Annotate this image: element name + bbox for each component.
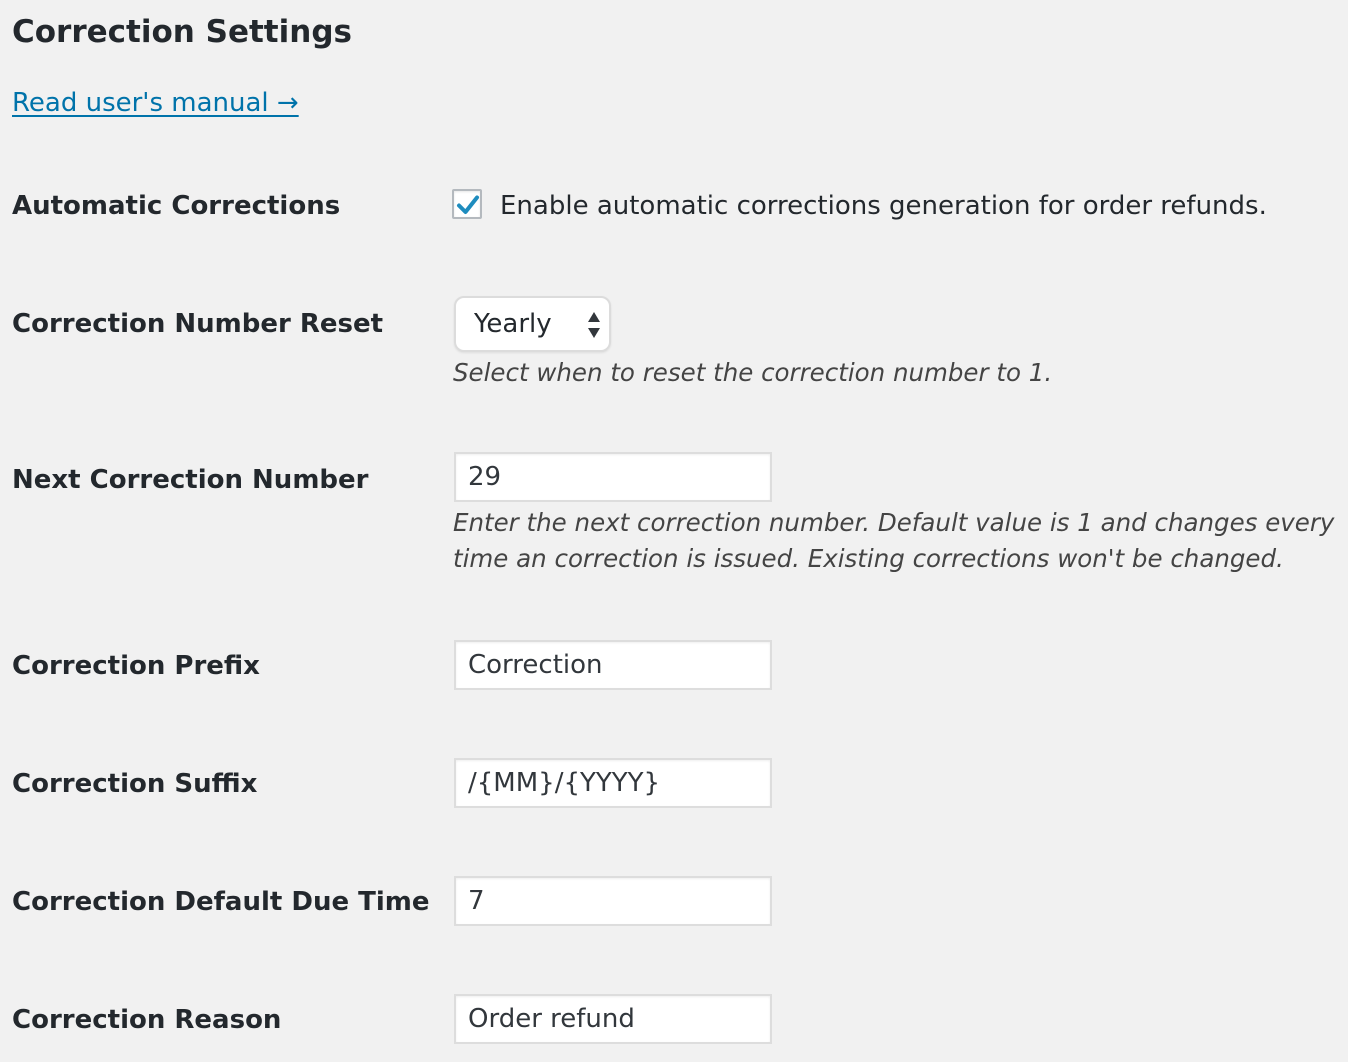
automatic-corrections-label: Automatic Corrections xyxy=(12,191,341,221)
next-number-label: Next Correction Number xyxy=(12,465,369,495)
suffix-input[interactable] xyxy=(454,758,772,808)
next-number-input[interactable] xyxy=(454,452,772,502)
users-manual-link[interactable]: Read user's manual → xyxy=(12,86,299,120)
select-arrows-icon xyxy=(588,312,600,338)
next-number-description-line-1: Enter the next correction number. Defaul… xyxy=(453,508,1335,537)
number-reset-select[interactable]: Yearly xyxy=(454,296,611,352)
prefix-label: Correction Prefix xyxy=(12,651,260,681)
reason-input[interactable] xyxy=(454,994,772,1044)
next-number-description: Enter the next correction number. Defaul… xyxy=(453,505,1334,577)
prefix-input[interactable] xyxy=(454,640,772,690)
next-number-description-line-2: time an correction is issued. Existing c… xyxy=(453,544,1284,573)
number-reset-description-text: Select when to reset the correction numb… xyxy=(453,358,1053,387)
number-reset-description: Select when to reset the correction numb… xyxy=(453,355,1052,391)
reason-label: Correction Reason xyxy=(12,1005,282,1035)
suffix-label: Correction Suffix xyxy=(12,769,258,799)
due-time-label: Correction Default Due Time xyxy=(12,887,430,917)
settings-page: Correction Settings Read user's manual →… xyxy=(0,0,1348,1062)
page-title: Correction Settings xyxy=(12,14,352,50)
number-reset-label: Correction Number Reset xyxy=(12,309,384,339)
checkmark-icon xyxy=(457,195,479,214)
automatic-corrections-checkbox[interactable] xyxy=(452,189,482,219)
due-time-input[interactable] xyxy=(454,876,772,926)
number-reset-selected-value: Yearly xyxy=(474,309,552,339)
automatic-corrections-checkbox-label[interactable]: Enable automatic corrections generation … xyxy=(500,189,1267,223)
